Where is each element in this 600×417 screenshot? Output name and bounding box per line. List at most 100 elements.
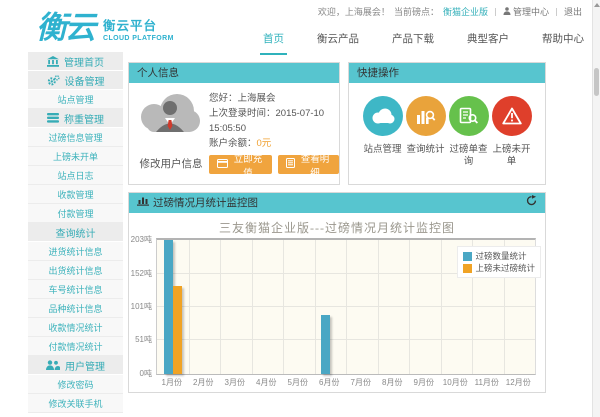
quick-label: 过磅单查询	[447, 144, 490, 168]
point-name-link[interactable]: 衡猫企业版	[443, 5, 488, 18]
divider	[556, 8, 557, 16]
quick-weigh-ticket-query[interactable]: 过磅单查询	[447, 96, 490, 168]
chart-search-icon	[406, 96, 446, 136]
scroll-up-arrow[interactable]	[594, 3, 600, 7]
sidebar-label: 进货统计信息	[48, 245, 102, 258]
y-tick: 152吨	[131, 268, 152, 279]
divider	[495, 8, 496, 16]
chart-panel-header: 过磅情况月统计监控图	[129, 193, 545, 213]
recharge-button[interactable]: 立即充值	[209, 155, 272, 174]
x-tick: 11月份	[471, 377, 503, 388]
sidebar-item-inbound-stats[interactable]: 进货统计信息	[28, 242, 123, 261]
x-tick: 6月份	[314, 377, 346, 388]
quick-no-ticket[interactable]: 上磅未开单	[490, 96, 533, 168]
sidebar-item-no-ticket[interactable]: 上磅未开单	[28, 147, 123, 166]
sidebar-section-admin-home[interactable]: 管理首页	[28, 52, 123, 71]
quick-ops-title: 快捷操作	[357, 63, 399, 83]
logo-side: 衡云平台 CLOUD PLATFORM	[103, 15, 174, 42]
quick-query-stats[interactable]: 查询统计	[404, 96, 447, 168]
x-tick: 3月份	[219, 377, 251, 388]
profile-panel: 个人信息 修改用户信息 您好：上海展会 上次登录时间：2015-07-10 15…	[128, 62, 340, 185]
legend-item[interactable]: 上磅未过磅统计	[463, 262, 535, 274]
page-scrollbar[interactable]	[592, 0, 600, 417]
nav-downloads[interactable]: 产品下载	[389, 31, 437, 55]
sidebar-item-change-phone[interactable]: 修改关联手机	[28, 394, 123, 413]
admin-center-link[interactable]: 管理中心	[503, 5, 549, 18]
x-tick: 8月份	[377, 377, 409, 388]
platform-name: 衡云平台	[103, 15, 174, 34]
sidebar-section-devices[interactable]: 设备管理	[28, 71, 123, 90]
profile-panel-header: 个人信息	[129, 63, 339, 83]
sidebar-label: 管理首页	[64, 54, 104, 69]
sidebar-item-site-mgmt[interactable]: 站点管理	[28, 90, 123, 109]
greeting-text: 您好：上海展会	[209, 91, 324, 106]
refresh-icon[interactable]	[526, 193, 537, 213]
chart-title: 三友衡猫企业版---过磅情况月统计监控图	[129, 219, 545, 236]
nav-products[interactable]: 衡云产品	[314, 31, 362, 55]
page: 欢迎，上海展会！ 当前磅点： 衡猫企业版 管理中心 退出 衡云 衡云平台 CLO…	[0, 0, 600, 417]
quick-label: 站点管理	[361, 144, 404, 156]
sidebar-item-outbound-stats[interactable]: 出货统计信息	[28, 261, 123, 280]
profile-panel-title: 个人信息	[137, 63, 179, 83]
avatar	[137, 87, 201, 142]
topbar: 欢迎，上海展会！ 当前磅点： 衡猫企业版 管理中心 退出	[318, 5, 582, 18]
bar-过磅数量统计-1月份[interactable]	[164, 240, 173, 374]
profile-info: 您好：上海展会 上次登录时间：2015-07-10 15:05:50 账户余额：…	[209, 91, 324, 151]
sidebar-item-weigh-info[interactable]: 过磅信息管理	[28, 128, 123, 147]
last-login-line2: 15:05:50	[209, 121, 324, 136]
sidebar-label: 付款管理	[57, 207, 93, 220]
list-icon	[47, 113, 59, 123]
logo: 衡云 衡云平台 CLOUD PLATFORM	[36, 10, 174, 46]
sidebar-item-payment-stats[interactable]: 付款情况统计	[28, 337, 123, 356]
sidebar: 管理首页 设备管理 站点管理 称重管理 过磅信息管理 上磅未开单 站点日志 收款…	[28, 52, 123, 413]
x-tick: 7月份	[345, 377, 377, 388]
profile-body: 修改用户信息 您好：上海展会 上次登录时间：2015-07-10 15:05:5…	[129, 83, 339, 184]
cloud-icon	[363, 96, 403, 136]
sidebar-label: 收款情况统计	[48, 321, 102, 334]
logo-brand-text: 衡云	[36, 10, 94, 46]
details-label: 查看明细	[299, 151, 331, 179]
nav-customers[interactable]: 典型客户	[464, 31, 512, 55]
legend-item[interactable]: 过磅数量统计	[463, 250, 535, 262]
x-tick: 9月份	[408, 377, 440, 388]
quick-label: 上磅未开单	[490, 144, 533, 168]
y-tick: 203吨	[131, 234, 152, 245]
sidebar-label: 修改关联手机	[48, 397, 102, 410]
view-details-button[interactable]: 查看明细	[278, 155, 339, 174]
users-icon	[46, 360, 60, 370]
sidebar-label: 车号统计信息	[48, 283, 102, 296]
platform-subtitle: CLOUD PLATFORM	[103, 35, 174, 42]
edit-user-link[interactable]: 修改用户信息	[135, 156, 207, 171]
x-axis: 1月份2月份3月份4月份5月份6月份7月份8月份9月份10月份11月份12月份	[156, 377, 534, 388]
profile-buttons: 立即充值 查看明细	[209, 155, 339, 174]
sidebar-label: 出货统计信息	[48, 264, 102, 277]
sidebar-label: 品种统计信息	[48, 302, 102, 315]
balance-label: 账户余额：	[209, 138, 257, 149]
y-tick: 101吨	[131, 301, 152, 312]
sidebar-item-site-log[interactable]: 站点日志	[28, 166, 123, 185]
bar-上磅未过磅统计-1月份[interactable]	[173, 286, 182, 374]
grid-line-h	[157, 306, 535, 307]
scroll-thumb[interactable]	[594, 68, 599, 96]
sidebar-item-receipts[interactable]: 收款管理	[28, 185, 123, 204]
sidebar-item-receipt-stats[interactable]: 收款情况统计	[28, 318, 123, 337]
balance-line: 账户余额：0元	[209, 136, 324, 151]
sidebar-item-change-password[interactable]: 修改密码	[28, 375, 123, 394]
sidebar-item-variety-stats[interactable]: 品种统计信息	[28, 299, 123, 318]
sidebar-label: 设备管理	[65, 73, 105, 88]
sidebar-section-users[interactable]: 用户管理	[28, 356, 123, 375]
sidebar-item-plate-stats[interactable]: 车号统计信息	[28, 280, 123, 299]
sidebar-section-query-stats[interactable]: 查询统计	[28, 223, 123, 242]
quick-ops-body: 站点管理 查询统计 过磅单查询 上磅未开单	[349, 83, 545, 168]
sidebar-item-payments[interactable]: 付款管理	[28, 204, 123, 223]
legend-swatch	[463, 252, 472, 261]
chart-panel-title: 过磅情况月统计监控图	[153, 193, 258, 213]
recharge-label: 立即充值	[232, 151, 264, 179]
nav-home[interactable]: 首页	[260, 31, 287, 55]
sidebar-section-weighing[interactable]: 称重管理	[28, 109, 123, 128]
quick-site-mgmt[interactable]: 站点管理	[361, 96, 404, 168]
y-tick: 51吨	[135, 334, 152, 345]
bar-过磅数量统计-6月份[interactable]	[321, 315, 330, 374]
logout-link[interactable]: 退出	[564, 5, 582, 18]
nav-help[interactable]: 帮助中心	[539, 31, 587, 55]
